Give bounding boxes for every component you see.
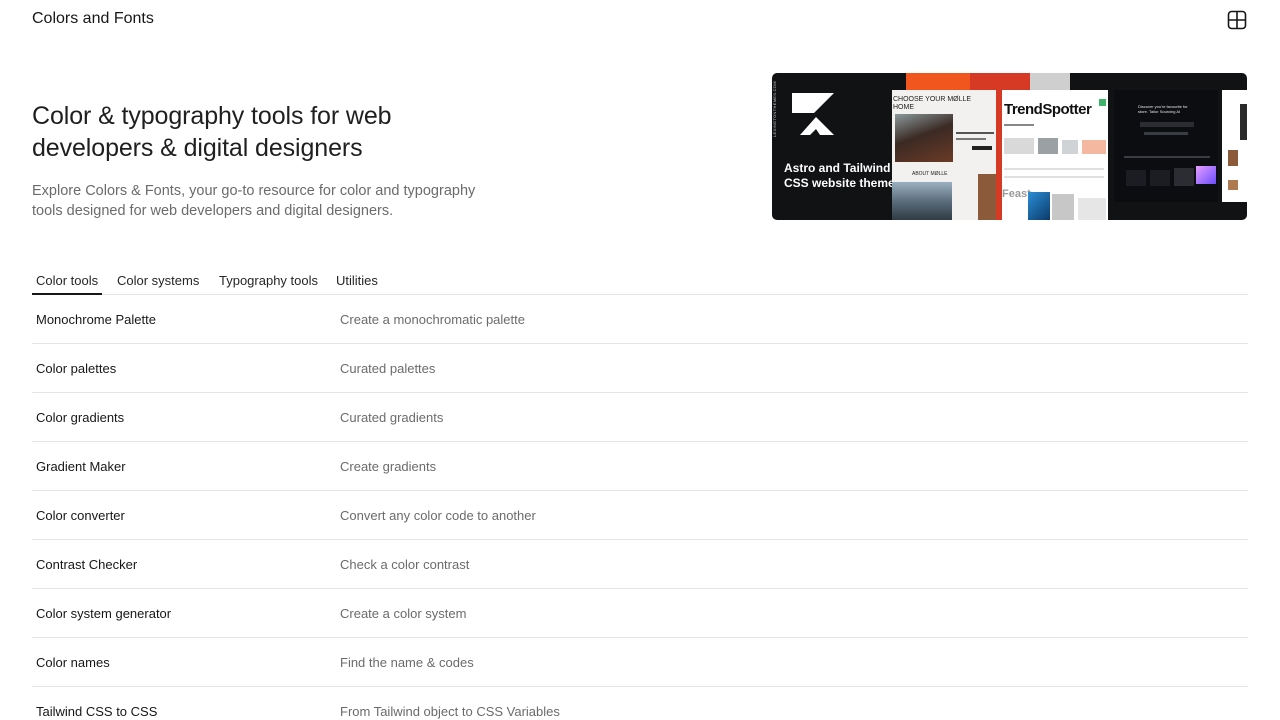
molle-side-text-2	[956, 138, 986, 140]
tab-typography-tools[interactable]: Typography tools	[215, 266, 322, 295]
dark-app-card-1	[1126, 170, 1146, 186]
feast-logo: Feast	[1002, 188, 1031, 200]
partial-image-2	[1228, 150, 1238, 166]
tool-description: From Tailwind object to CSS Variables	[340, 704, 560, 719]
tab-color-tools[interactable]: Color tools	[32, 266, 103, 295]
promo-shot-partial	[1222, 90, 1247, 202]
molle-side-text	[956, 132, 994, 134]
tool-description: Convert any color code to another	[340, 508, 536, 523]
tab-color-systems[interactable]: Color systems	[113, 266, 203, 295]
promo-shot-trendspotter: TrendSpotter Feast	[1002, 90, 1108, 220]
tool-row-color-palettes[interactable]: Color palettes Curated palettes	[32, 344, 1248, 393]
page-title: Color & typography tools for web develop…	[32, 102, 392, 162]
top-bar: Colors and Fonts	[0, 0, 1280, 40]
menu-button[interactable]	[1226, 9, 1248, 31]
dark-app-input	[1140, 122, 1194, 127]
tool-name: Color gradients	[36, 410, 125, 425]
trendspotter-card-3	[1062, 140, 1078, 154]
dark-app-heading: Discover you're favourite for store. Tai…	[1138, 104, 1188, 114]
promo-caption: Astro and Tailwind CSS website themes	[784, 161, 902, 190]
molle-button	[972, 146, 992, 150]
dark-app-card-2	[1150, 170, 1170, 186]
tool-name: Tailwind CSS to CSS	[36, 704, 158, 719]
lexington-logo-icon	[792, 93, 834, 135]
dark-app-gradient-card	[1196, 166, 1216, 184]
dark-app-pills	[1144, 132, 1188, 135]
tool-row-contrast-checker[interactable]: Contrast Checker Check a color contrast	[32, 540, 1248, 589]
promo-shot-dark-app: Discover you're favourite for store. Tai…	[1114, 90, 1218, 202]
site-title-link[interactable]: Colors and Fonts	[32, 10, 154, 28]
tool-row-color-system-generator[interactable]: Color system generator Create a color sy…	[32, 589, 1248, 638]
grid-icon	[1227, 10, 1247, 30]
tool-row-color-converter[interactable]: Color converter Convert any color code t…	[32, 491, 1248, 540]
tool-row-tailwind-css-to-css[interactable]: Tailwind CSS to CSS From Tailwind object…	[32, 687, 1248, 720]
trendspotter-card-2	[1038, 138, 1058, 154]
hero-description: Explore Colors & Fonts, your go-to resou…	[32, 183, 476, 219]
trendspotter-card-1	[1004, 138, 1034, 154]
molle-house-image-3	[978, 174, 996, 220]
partial-image-3	[1228, 180, 1238, 190]
tool-name: Contrast Checker	[36, 557, 138, 572]
tool-description: Curated palettes	[340, 361, 436, 376]
tool-name: Gradient Maker	[36, 459, 126, 474]
partial-image-1	[1240, 104, 1247, 140]
tool-description: Create gradients	[340, 459, 437, 474]
feast-image-3	[1078, 198, 1106, 220]
tool-description: Check a color contrast	[340, 557, 470, 572]
trendspotter-badge	[1099, 99, 1106, 106]
trendspotter-row-2	[1004, 176, 1104, 178]
tool-row-monochrome-palette[interactable]: Monochrome Palette Create a monochromati…	[32, 295, 1248, 344]
dark-app-card-3	[1174, 168, 1194, 186]
tool-row-color-names[interactable]: Color names Find the name & codes	[32, 638, 1248, 687]
molle-house-image	[895, 114, 953, 162]
tool-description: Create a monochromatic palette	[340, 312, 525, 327]
molle-house-image-2	[892, 182, 952, 220]
tool-row-color-gradients[interactable]: Color gradients Curated gradients	[32, 393, 1248, 442]
trendspotter-card-4	[1082, 140, 1106, 154]
themes-promo-banner[interactable]: LEXINGTONTHEMES.COM Astro and Tailwind C…	[772, 73, 1247, 220]
tool-name: Monochrome Palette	[36, 312, 156, 327]
promo-side-text: LEXINGTONTHEMES.COM	[772, 81, 777, 137]
molle-subheading: ABOUT MØLLE	[912, 171, 948, 177]
molle-heading: CHOOSE YOUR MØLLE HOME	[893, 96, 972, 111]
tool-description: Curated gradients	[340, 410, 444, 425]
dark-app-grid	[1124, 156, 1210, 158]
trendspotter-row	[1004, 168, 1104, 170]
tab-utilities[interactable]: Utilities	[332, 266, 382, 295]
promo-shot-molle: CHOOSE YOUR MØLLE HOME ABOUT MØLLE	[892, 90, 996, 220]
tool-name: Color converter	[36, 508, 125, 523]
feast-image-2	[1052, 194, 1074, 220]
tool-name: Color palettes	[36, 361, 117, 376]
tool-row-gradient-maker[interactable]: Gradient Maker Create gradients	[32, 442, 1248, 491]
tool-name: Color system generator	[36, 606, 172, 621]
trendspotter-lines	[1004, 124, 1034, 126]
tool-list: Monochrome Palette Create a monochromati…	[32, 295, 1248, 720]
tool-name: Color names	[36, 655, 110, 670]
tool-category-tabs: Color tools Color systems Typography too…	[32, 266, 1248, 295]
feast-image	[1028, 192, 1050, 220]
tool-description: Find the name & codes	[340, 655, 474, 670]
tool-description: Create a color system	[340, 606, 467, 621]
trendspotter-logo: TrendSpotter	[1004, 101, 1092, 118]
